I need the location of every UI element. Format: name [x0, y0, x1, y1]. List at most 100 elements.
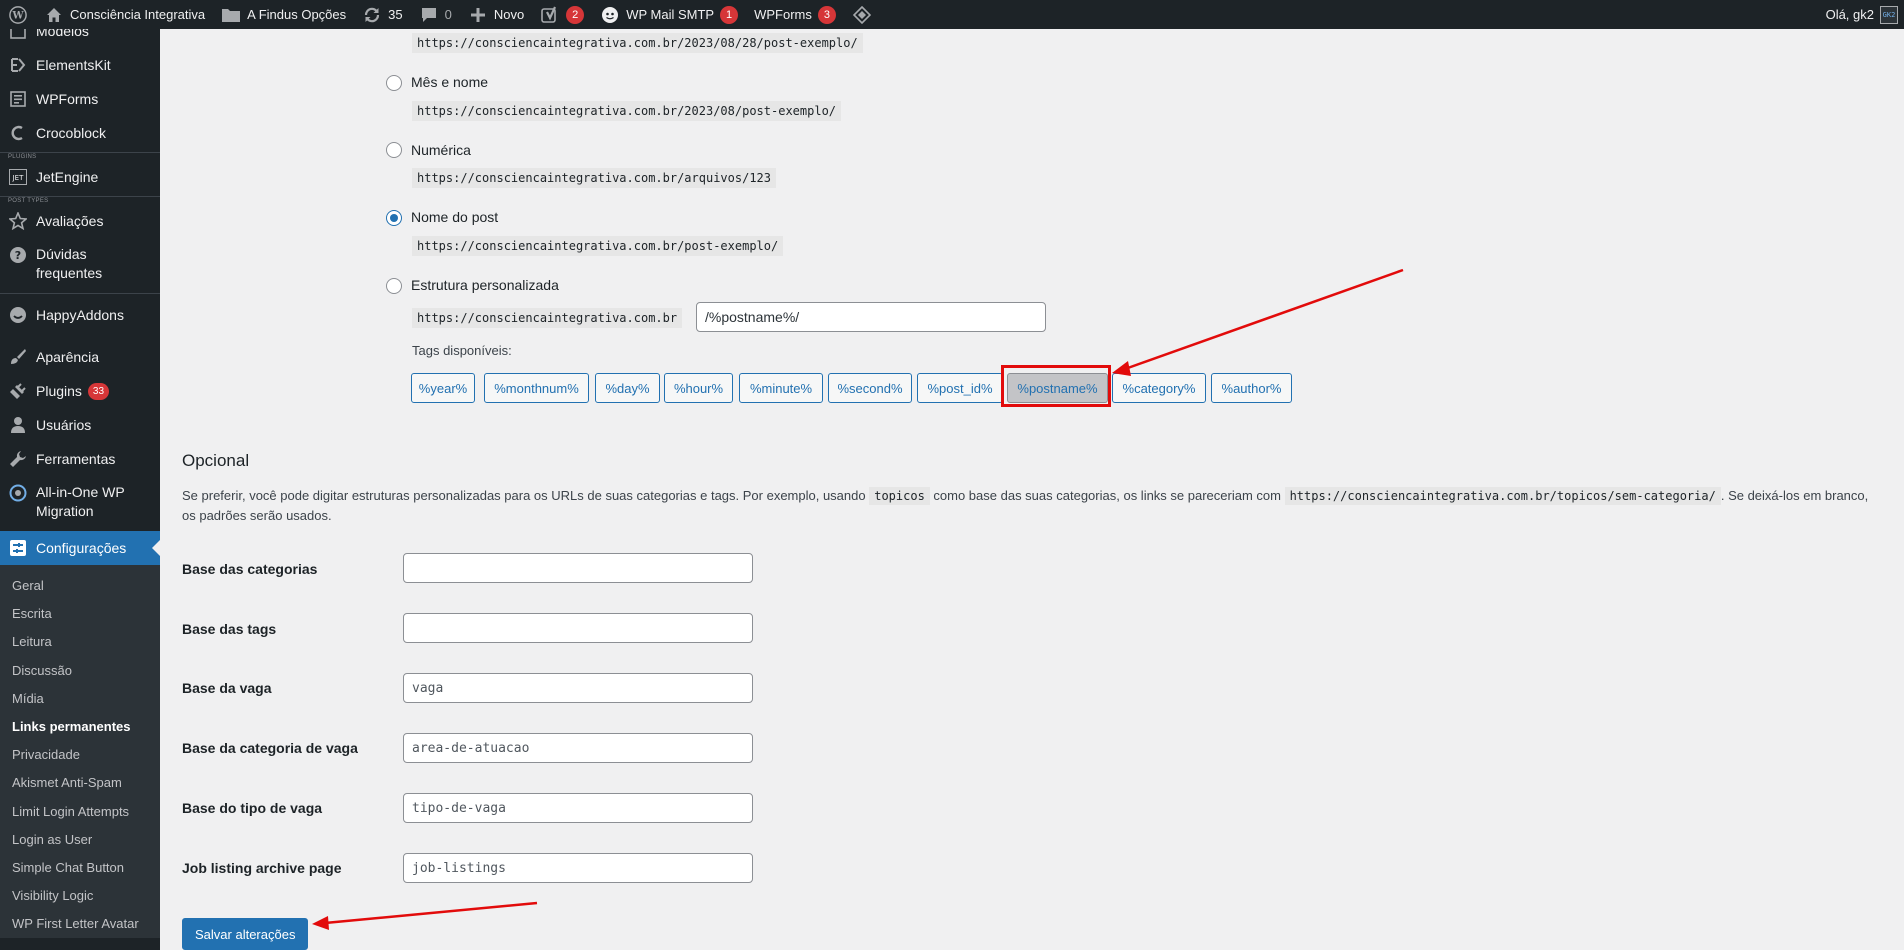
sidebar-item-plugins[interactable]: Plugins 33 [0, 374, 160, 408]
jetengine-icon: JET [8, 167, 28, 187]
wordpress-logo-button[interactable]: W [0, 0, 36, 29]
sidebar-item-crocoblock[interactable]: Crocoblock [0, 116, 160, 150]
tag-author-button[interactable]: %author% [1211, 373, 1292, 403]
plugin-icon [8, 381, 28, 401]
submenu-visibility-logic[interactable]: Visibility Logic [0, 882, 160, 910]
comments-link[interactable]: 0 [411, 0, 460, 29]
sidebar-item-aparencia[interactable]: Aparência [0, 340, 160, 374]
avatar: GK2 [1880, 5, 1898, 24]
wordpress-icon: W [8, 5, 28, 25]
home-icon [44, 5, 64, 25]
smtp-label: WP Mail SMTP [626, 7, 715, 22]
sidebar-item-label: ElementsKit [36, 57, 111, 73]
custom-structure-base: https://consciencaintegrativa.com.br [412, 308, 683, 328]
custom-structure-input[interactable]: /%postname%/ [696, 302, 1046, 332]
sidebar-item-modelos[interactable]: Modelos [0, 29, 160, 48]
submenu-simple-chat[interactable]: Simple Chat Button [0, 854, 160, 882]
submenu-login-as-user[interactable]: Login as User [0, 826, 160, 854]
tag-second-button[interactable]: %second% [828, 373, 912, 403]
wpforms-link[interactable]: WPForms 3 [746, 0, 844, 29]
sidebar-item-duvidas[interactable]: ? Dúvidas frequentes [0, 238, 160, 286]
optional-section-title: Opcional [182, 451, 250, 470]
optional-description: Se preferir, você pode digitar estrutura… [182, 486, 1872, 526]
avatar-text: GK2 [1882, 10, 1896, 19]
crocoblock-icon [8, 123, 28, 143]
tag-minute-button[interactable]: %minute% [739, 373, 823, 403]
sidebar-item-jetengine[interactable]: JET JetEngine [0, 160, 160, 194]
admin-bar: W Consciência Integrativa A Findus Opçõe… [0, 0, 1904, 29]
tag-year-button[interactable]: %year% [411, 373, 475, 403]
yoast-icon [540, 5, 560, 25]
job-archive-value: job-listings [412, 860, 506, 876]
submenu-discussao[interactable]: Discussão [0, 657, 160, 685]
sidebar-item-label: Ferramentas [36, 451, 116, 467]
job-type-base-input[interactable]: tipo-de-vaga [403, 793, 753, 823]
diamond-link[interactable] [844, 0, 886, 29]
radio-month-name[interactable] [386, 75, 402, 91]
job-archive-label: Job listing archive page [182, 860, 342, 876]
submenu-akismet[interactable]: Akismet Anti-Spam [0, 769, 160, 797]
optional-desc-text-2: como base das suas categorias, os links … [929, 488, 1285, 503]
submenu-privacidade[interactable]: Privacidade [0, 741, 160, 769]
sidebar-item-avaliacoes[interactable]: Avaliações [0, 204, 160, 238]
tag-post-id-button[interactable]: %post_id% [917, 373, 1003, 403]
sidebar-item-ferramentas[interactable]: Ferramentas [0, 442, 160, 476]
submenu-geral[interactable]: Geral [0, 572, 160, 600]
sidebar-item-wpforms[interactable]: WPForms [0, 82, 160, 116]
smtp-icon [600, 5, 620, 25]
sidebar-item-label: Usuários [36, 417, 92, 433]
radio-custom-structure[interactable] [386, 278, 402, 294]
job-base-value: vaga [412, 680, 444, 696]
submenu-limit-login[interactable]: Limit Login Attempts [0, 798, 160, 826]
sidebar-item-label: WPForms [36, 91, 99, 107]
post-name-label: Nome do post [411, 209, 499, 225]
sidebar-item-migration[interactable]: All-in-One WP Migration [0, 476, 160, 524]
smtp-badge: 1 [720, 5, 739, 24]
theme-options-link[interactable]: A Findus Opções [213, 0, 354, 29]
sidebar-item-elementskit[interactable]: ElementsKit [0, 48, 160, 82]
tag-base-input[interactable] [403, 613, 753, 643]
sidebar-item-label: Modelos [36, 29, 89, 39]
submenu-links-permanentes[interactable]: Links permanentes [0, 713, 160, 741]
sidebar-item-label: Avaliações [36, 213, 104, 229]
submenu-midia[interactable]: Mídia [0, 685, 160, 713]
smtp-link[interactable]: WP Mail SMTP 1 [592, 0, 746, 29]
submenu-escrita[interactable]: Escrita [0, 600, 160, 628]
brush-icon [8, 347, 28, 367]
numeric-example: https://consciencaintegrativa.com.br/arq… [412, 168, 777, 188]
admin-sidebar: Modelos ElementsKit WPForms Crocoblock P… [0, 29, 160, 950]
tag-day-button[interactable]: %day% [595, 373, 660, 403]
account-menu[interactable]: Olá, gk2 GK2 [1826, 0, 1898, 29]
tag-monthnum-button[interactable]: %monthnum% [484, 373, 589, 403]
tag-base-label: Base das tags [182, 621, 277, 637]
sidebar-item-label: Aparência [36, 349, 100, 365]
yoast-link[interactable]: 2 [532, 0, 592, 29]
sidebar-item-configuracoes[interactable]: Configurações [0, 531, 160, 565]
svg-text:JET: JET [12, 174, 24, 182]
annotation-highlight-box [1001, 365, 1111, 407]
sidebar-item-label: JetEngine [36, 169, 99, 185]
sidebar-item-happyaddons[interactable]: HappyAddons [0, 298, 160, 332]
svg-text:W: W [11, 10, 24, 21]
job-base-input[interactable]: vaga [403, 673, 753, 703]
tag-hour-button[interactable]: %hour% [664, 373, 733, 403]
submenu-first-letter-avatar[interactable]: WP First Letter Avatar [0, 910, 160, 938]
submenu-leitura[interactable]: Leitura [0, 628, 160, 656]
plus-icon [468, 5, 488, 25]
tag-category-button[interactable]: %category% [1112, 373, 1206, 403]
updates-count: 35 [388, 7, 403, 22]
updates-link[interactable]: 35 [354, 0, 410, 29]
site-name-link[interactable]: Consciência Integrativa [36, 0, 213, 29]
save-changes-button[interactable]: Salvar alterações [182, 918, 309, 950]
greeting: Olá, gk2 [1825, 7, 1874, 22]
radio-post-name[interactable] [386, 210, 402, 226]
month-name-example: https://consciencaintegrativa.com.br/202… [412, 101, 842, 121]
sidebar-item-usuarios[interactable]: Usuários [0, 408, 160, 442]
job-category-base-input[interactable]: area-de-atuacao [403, 733, 753, 763]
category-base-input[interactable] [403, 553, 753, 583]
job-category-base-label: Base da categoria de vaga [182, 740, 358, 756]
sidebar-item-label: Crocoblock [36, 125, 107, 141]
radio-numeric[interactable] [386, 142, 402, 158]
new-content-link[interactable]: Novo [460, 0, 532, 29]
job-archive-input[interactable]: job-listings [403, 853, 753, 883]
